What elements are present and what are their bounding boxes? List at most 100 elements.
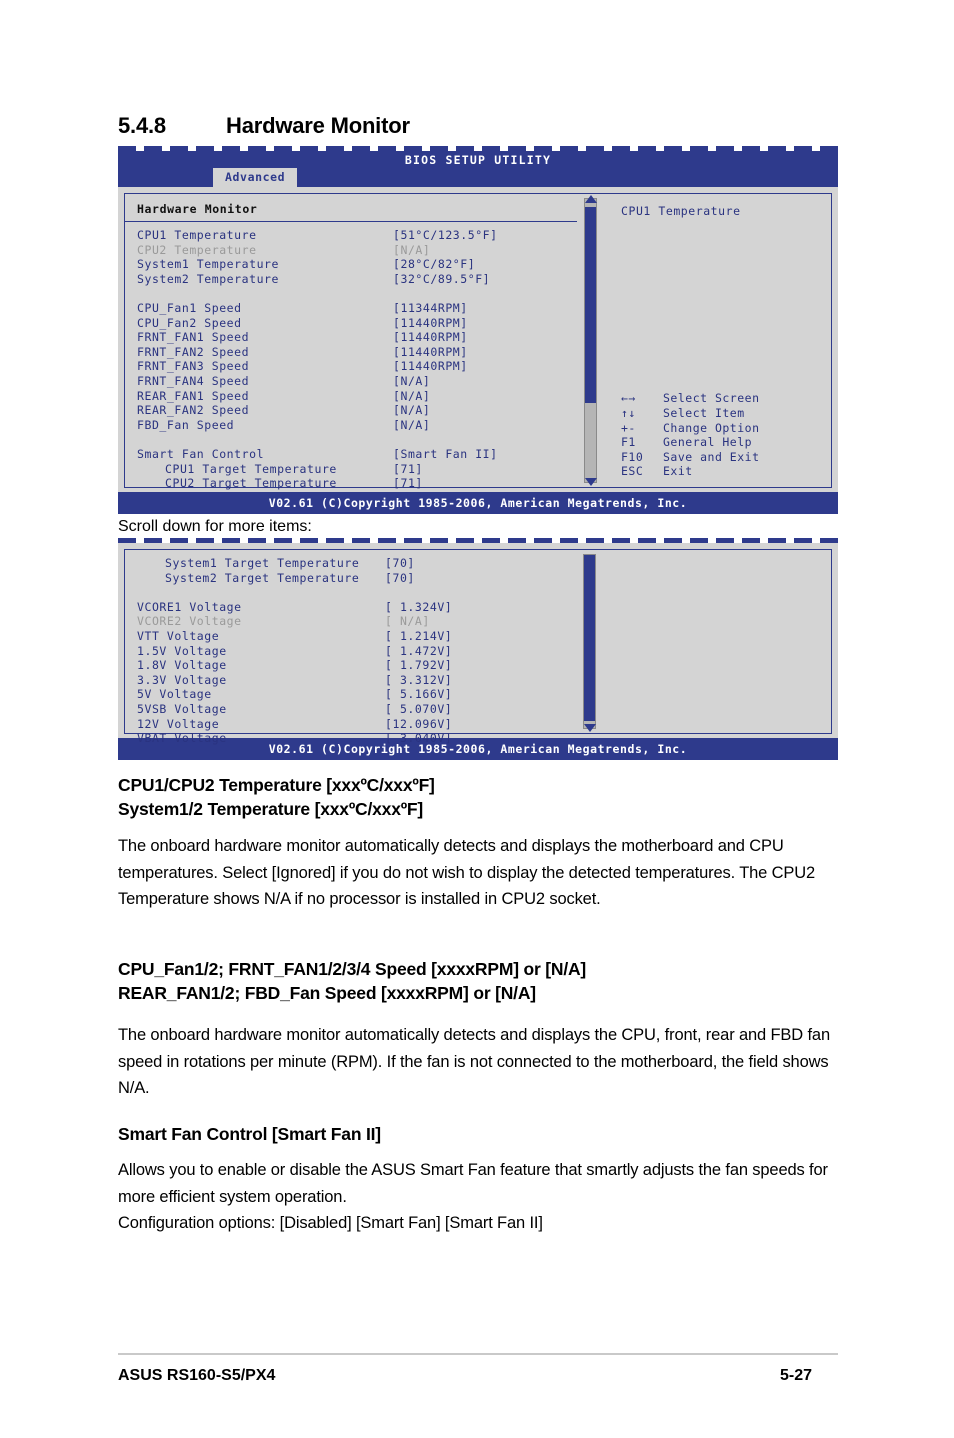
settings-row[interactable]: FRNT_FAN3 Speed [11440RPM] (137, 359, 577, 374)
setting-value[interactable]: [11440RPM] (393, 330, 468, 345)
bios-body-2: System1 Target Temperature [70] System2 Ta… (118, 543, 838, 745)
setting-value[interactable]: [ 1.214V] (385, 629, 452, 644)
setting-value[interactable]: [28°C/82°F] (393, 257, 475, 272)
scroll-down-arrow-icon-2[interactable] (583, 724, 596, 732)
settings-row[interactable]: Smart Fan Control [Smart Fan II] (137, 447, 577, 462)
setting-value[interactable]: [71] (393, 462, 423, 477)
setting-value[interactable]: [ 3.312V] (385, 673, 452, 688)
setting-value[interactable]: [N/A] (393, 243, 430, 258)
settings-row[interactable]: CPU2 Target Temperature [71] (137, 476, 577, 491)
setting-value[interactable]: [11440RPM] (393, 345, 468, 360)
settings-row[interactable]: 3.3V Voltage [ 3.312V] (137, 673, 576, 688)
page-title: 5.4.8 Hardware Monitor (118, 113, 410, 139)
scrollbar-2[interactable] (583, 554, 596, 732)
setting-value[interactable]: [11440RPM] (393, 359, 468, 374)
settings-row[interactable]: 5VSB Voltage [ 5.070V] (137, 702, 576, 717)
scrollbar-column-1[interactable] (577, 193, 605, 488)
settings-row[interactable]: 5V Voltage [ 5.166V] (137, 687, 576, 702)
setting-value[interactable]: [70] (385, 556, 415, 571)
doc-heading-smart-fan: Smart Fan Control [Smart Fan II] (118, 1124, 381, 1144)
help-topic: CPU1 Temperature (621, 204, 741, 218)
scroll-down-arrow-icon[interactable] (584, 478, 597, 486)
footer-page-number: 5-27 (780, 1367, 813, 1384)
setting-value[interactable]: [32°C/89.5°F] (393, 272, 490, 287)
setting-label: System1 Target Temperature (165, 556, 360, 570)
settings-row[interactable]: FRNT_FAN4 Speed [N/A] (137, 374, 577, 389)
key-legend-key: ESC (621, 464, 644, 479)
settings-row[interactable]: CPU1 Temperature [51°C/123.5°F] (137, 228, 577, 243)
setting-value[interactable]: [ 5.070V] (385, 702, 452, 717)
key-legend-action: General Help (663, 435, 753, 450)
key-legend-action: Select Item (663, 406, 745, 421)
key-legend-action: Exit (663, 464, 693, 479)
bios-utility-title: BIOS SETUP UTILITY (404, 153, 552, 167)
bios-copyright-bar-1: V02.61 (C)Copyright 1985-2006, American … (118, 492, 838, 514)
key-legend-row: ←→ Select Screen (621, 391, 760, 406)
settings-row[interactable]: VBAT Voltage [ 3.040V] (137, 731, 576, 746)
setting-value[interactable]: [N/A] (393, 403, 430, 418)
doc-heading-line: CPU_Fan1/2; FRNT_FAN1/2/3/4 Speed [xxxxR… (118, 959, 587, 979)
settings-row[interactable]: 1.8V Voltage [ 1.792V] (137, 658, 576, 673)
key-legend-key: +- (621, 420, 636, 435)
settings-row[interactable]: VCORE1 Voltage [ 1.324V] (137, 600, 576, 615)
setting-label: 1.5V Voltage (137, 643, 227, 658)
section-title: Hardware Monitor (226, 113, 410, 138)
setting-label: CPU_Fan2 Speed (137, 315, 242, 330)
settings-row[interactable]: VCORE2 Voltage [ N/A] (137, 614, 576, 629)
settings-row[interactable]: FRNT_FAN2 Speed [11440RPM] (137, 345, 577, 360)
setting-value[interactable]: [11440RPM] (393, 316, 468, 331)
setting-label: System1 Temperature (137, 257, 279, 272)
settings-row[interactable]: 12V Voltage [12.096V] (137, 717, 576, 732)
setting-value[interactable]: [ 5.166V] (385, 687, 452, 702)
key-legend-row: F10 Save and Exit (621, 450, 760, 465)
settings-row[interactable]: CPU_Fan2 Speed [11440RPM] (137, 316, 577, 331)
settings-row[interactable]: System2 Temperature [32°C/89.5°F] (137, 272, 577, 287)
scrollbar-1[interactable] (584, 195, 597, 486)
setting-value[interactable]: [N/A] (393, 418, 430, 433)
setting-value[interactable]: [51°C/123.5°F] (393, 228, 498, 243)
setting-value[interactable]: [N/A] (393, 374, 430, 389)
setting-value[interactable]: [Smart Fan II] (393, 447, 498, 462)
settings-row[interactable]: CPU2 Temperature [N/A] (137, 243, 577, 258)
setting-value[interactable]: [ 3.040V] (385, 731, 452, 746)
setting-label: 1.8V Voltage (137, 658, 227, 673)
settings-row[interactable]: System1 Temperature [28°C/82°F] (137, 257, 577, 272)
settings-row[interactable]: VTT Voltage [ 1.214V] (137, 629, 576, 644)
scrollbar-column-2[interactable] (576, 549, 604, 734)
setting-value[interactable]: [ 1.792V] (385, 658, 452, 673)
doc-body-line: Allows you to enable or disable the ASUS… (118, 1161, 828, 1206)
scrollbar-thumb-2[interactable] (584, 555, 595, 721)
setting-value[interactable]: [11344RPM] (393, 301, 468, 316)
bios-body: Hardware Monitor CPU1 Temperature [51°C/1… (118, 187, 838, 492)
tab-advanced[interactable]: Advanced (213, 168, 298, 187)
setting-value[interactable]: [ 1.472V] (385, 644, 452, 659)
settings-row[interactable]: System1 Target Temperature [70] (137, 556, 576, 571)
footer-divider (118, 1353, 838, 1355)
row-spacer (137, 585, 576, 600)
setting-value[interactable]: [12.096V] (385, 717, 452, 732)
settings-row[interactable]: FBD_Fan Speed [N/A] (137, 418, 577, 433)
settings-row[interactable]: CPU1 Target Temperature [71] (137, 462, 577, 477)
key-legend: ←→ Select Screen ↑↓ Select Item +- Change Opt… (621, 391, 760, 479)
key-legend-row: F1 General Help (621, 435, 760, 450)
settings-row[interactable]: FRNT_FAN1 Speed [11440RPM] (137, 330, 577, 345)
key-legend-key: F10 (621, 449, 644, 464)
setting-label: 5V Voltage (137, 687, 212, 702)
setting-value[interactable]: [70] (385, 571, 415, 586)
setting-value[interactable]: [ N/A] (385, 614, 430, 629)
scrollbar-thumb[interactable] (585, 207, 596, 403)
settings-row[interactable]: CPU_Fan1 Speed [11344RPM] (137, 301, 577, 316)
key-legend-action: Change Option (663, 420, 760, 435)
settings-row[interactable]: REAR_FAN1 Speed [N/A] (137, 389, 577, 404)
settings-pane: Hardware Monitor CPU1 Temperature [51°C/1… (124, 193, 577, 491)
setting-value[interactable]: [71] (393, 476, 423, 491)
key-legend-action: Save and Exit (663, 449, 760, 464)
settings-row[interactable]: System2 Target Temperature [70] (137, 571, 576, 586)
scroll-up-arrow-icon[interactable] (584, 195, 597, 203)
doc-heading-fan-speed: CPU_Fan1/2; FRNT_FAN1/2/3/4 Speed [xxxxR… (118, 957, 848, 1005)
settings-row[interactable]: REAR_FAN2 Speed [N/A] (137, 403, 577, 418)
setting-value[interactable]: [N/A] (393, 389, 430, 404)
setting-value[interactable]: [ 1.324V] (385, 600, 452, 615)
settings-row[interactable]: 1.5V Voltage [ 1.472V] (137, 644, 576, 659)
setting-label: CPU2 Target Temperature (165, 476, 337, 491)
